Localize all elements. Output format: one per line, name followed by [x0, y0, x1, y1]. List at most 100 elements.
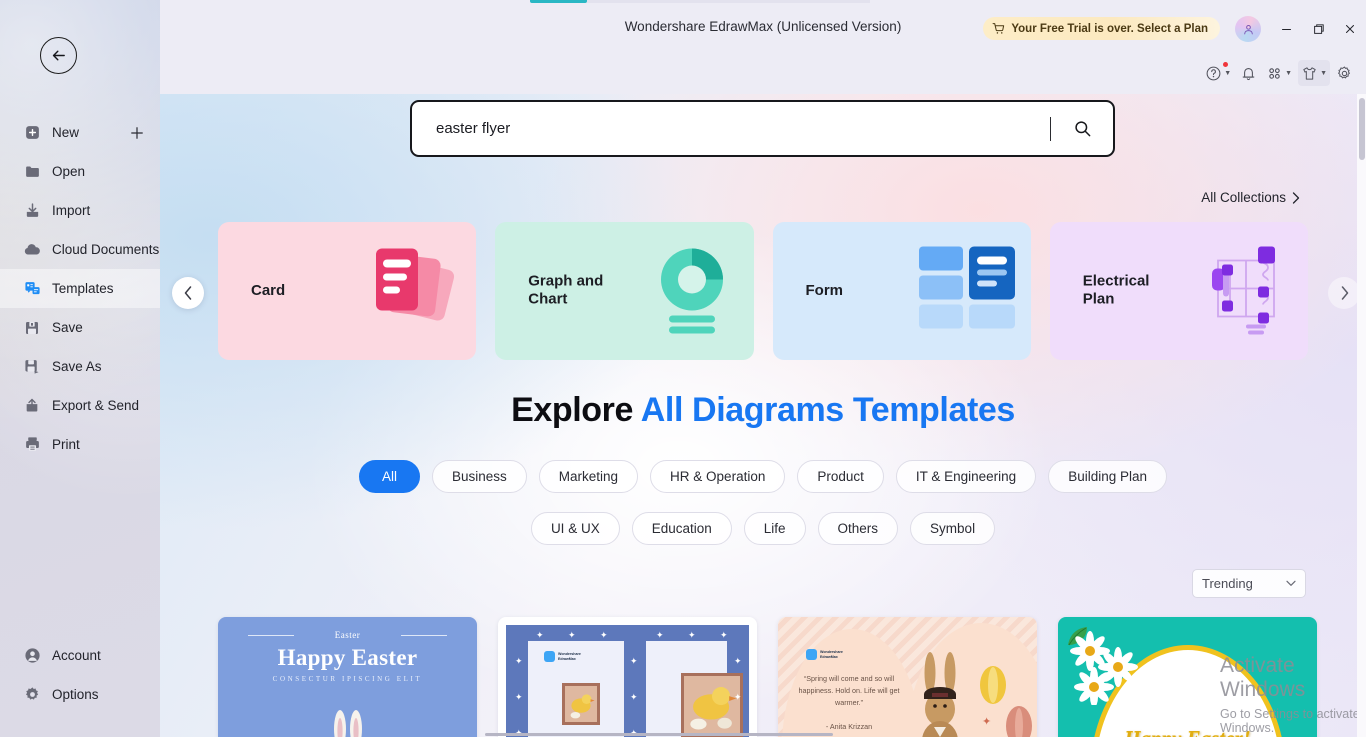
back-button[interactable]	[40, 37, 77, 74]
sidebar-item-save[interactable]: Save	[0, 308, 160, 347]
apps-grid-icon	[1266, 65, 1283, 82]
horizontal-scrollbar[interactable]	[160, 732, 1366, 737]
filter-chip-it-engineering[interactable]: IT & Engineering	[895, 460, 1037, 493]
back-arrow-icon	[52, 50, 65, 61]
search-bar[interactable]	[410, 100, 1115, 157]
category-card-electrical-plan[interactable]: Electrical Plan	[1049, 222, 1308, 360]
template-card[interactable]: Wondershare EdrawMax “Spring will come a…	[778, 617, 1037, 737]
chevron-down-icon[interactable]: ▼	[1285, 70, 1292, 77]
sidebar-item-cloud-documents[interactable]: Cloud Documents	[0, 230, 160, 269]
avatar[interactable]	[1235, 16, 1261, 42]
filter-chip-label: Marketing	[558, 469, 619, 484]
cloud-icon	[23, 241, 41, 259]
settings-gear-icon	[1336, 65, 1353, 82]
filter-chip-product[interactable]: Product	[797, 460, 884, 493]
edraw-brand-logo: Wondershare EdrawMax	[806, 649, 843, 660]
filter-chip-label: Symbol	[930, 521, 976, 536]
brand-line-1: Wondershare	[820, 649, 843, 654]
close-button[interactable]	[1338, 18, 1362, 40]
template-results-grid: Easter Happy Easter CONSECTUR IPISCING E…	[218, 617, 1318, 737]
sidebar-item-export-send[interactable]: Export & Send	[0, 386, 160, 425]
category-card-card[interactable]: Card	[218, 222, 477, 360]
filter-chip-label: All	[381, 469, 397, 484]
apps-grid-button[interactable]: ▼	[1263, 60, 1295, 86]
trial-banner-button[interactable]: Your Free Trial is over. Select a Plan	[983, 17, 1220, 40]
sidebar-item-account[interactable]: Account	[0, 636, 160, 675]
sidebar-item-label: Templates	[52, 281, 114, 296]
sidebar-item-label: New	[52, 125, 80, 140]
sidebar-item-new[interactable]: New	[0, 113, 160, 152]
filter-chip-building-plan[interactable]: Building Plan	[1048, 460, 1168, 493]
minimize-button[interactable]	[1274, 18, 1298, 40]
sparkle-icon: ✦	[630, 692, 638, 702]
sidebar-item-import[interactable]: Import	[0, 191, 160, 230]
sidebar-item-label: Print	[52, 437, 80, 452]
sidebar-item-label: Save As	[52, 359, 102, 374]
template-card[interactable]: Happy Easter!	[1058, 617, 1317, 737]
chevron-down-icon[interactable]: ▼	[1224, 70, 1231, 77]
sidebar-item-label: Import	[52, 203, 91, 218]
utility-icon-row: ▼ ▼ ▼	[1202, 60, 1356, 86]
template-card[interactable]: Easter Happy Easter CONSECTUR IPISCING E…	[218, 617, 477, 737]
template-card[interactable]: Wondershare EdrawMax ✦ ✦ ✦ ✦ ✦ ✦ ✦ ✦ ✦ ✦…	[498, 617, 757, 737]
category-card-graph-and-chart[interactable]: Graph and Chart	[495, 222, 754, 360]
help-button[interactable]: ▼	[1202, 60, 1234, 86]
form-layout-icon	[917, 243, 1019, 340]
sidebar-item-save-as[interactable]: Save As	[0, 347, 160, 386]
sidebar-item-open[interactable]: Open	[0, 152, 160, 191]
category-card-form[interactable]: Form	[772, 222, 1031, 360]
filter-chip-all[interactable]: All	[358, 460, 420, 493]
sparkle-icon: ✦	[630, 656, 638, 666]
printer-icon	[23, 436, 41, 454]
filter-chip-label: Building Plan	[1068, 469, 1148, 484]
vertical-scrollbar-thumb[interactable]	[1359, 98, 1365, 160]
filter-chip-education[interactable]: Education	[631, 512, 732, 545]
carousel-next-button[interactable]	[1328, 277, 1360, 309]
settings-gear-button[interactable]	[1333, 60, 1356, 86]
filter-chip-ui-ux[interactable]: UI & UX	[530, 512, 620, 545]
category-card-title: Graph and Chart	[528, 272, 604, 308]
filter-chip-hr-operation[interactable]: HR & Operation	[650, 460, 786, 493]
card-stack-icon	[364, 243, 464, 340]
chevron-down-icon[interactable]: ▼	[1320, 70, 1327, 77]
filter-chip-label: UI & UX	[550, 521, 600, 536]
search-input[interactable]	[412, 120, 1050, 137]
horizontal-scrollbar-thumb[interactable]	[485, 733, 833, 736]
sidebar-item-label: Account	[52, 648, 101, 663]
filter-chip-marketing[interactable]: Marketing	[538, 460, 639, 493]
sidebar-item-print[interactable]: Print	[0, 425, 160, 464]
notification-bell-button[interactable]	[1237, 60, 1260, 86]
sparkle-icon: ✦	[656, 630, 664, 640]
trial-banner-label: Your Free Trial is over. Select a Plan	[1011, 22, 1208, 35]
filter-chip-business[interactable]: Business	[431, 460, 527, 493]
filter-chip-symbol[interactable]: Symbol	[910, 512, 996, 545]
sidebar-item-templates[interactable]: Templates	[0, 269, 160, 308]
carousel-prev-button[interactable]	[172, 277, 204, 309]
maximize-button[interactable]	[1307, 18, 1331, 40]
export-send-icon	[23, 397, 41, 415]
sort-dropdown[interactable]: Trending	[1192, 569, 1306, 598]
brand-text: Wondershare EdrawMax	[820, 650, 843, 660]
sparkle-icon: ✦	[515, 656, 523, 666]
user-avatar-icon	[1243, 24, 1253, 34]
theme-shirt-button[interactable]: ▼	[1298, 60, 1330, 86]
new-document-plus-button[interactable]	[128, 124, 146, 142]
sort-value: Trending	[1202, 576, 1253, 591]
edraw-brand-logo: Wondershare EdrawMax	[544, 651, 581, 662]
close-icon	[1345, 24, 1355, 34]
search-button[interactable]	[1051, 102, 1113, 155]
vertical-scrollbar[interactable]	[1357, 94, 1366, 737]
duck-illustration-icon	[690, 687, 737, 730]
rabbit-illustration-icon	[922, 652, 958, 737]
filter-chip-label: Business	[451, 469, 507, 484]
filter-chip-label: HR & Operation	[670, 469, 766, 484]
filter-chip-others[interactable]: Others	[817, 512, 899, 545]
save-disk-icon	[23, 319, 41, 337]
templates-content-area: All Collections Card Graph and Chart Form E…	[160, 94, 1366, 737]
all-collections-link[interactable]: All Collections	[1201, 190, 1300, 205]
donut-chart-icon	[642, 242, 742, 341]
filter-chip-life[interactable]: Life	[743, 512, 806, 545]
sidebar-item-label: Cloud Documents	[52, 242, 160, 257]
sidebar-item-options[interactable]: Options	[0, 675, 160, 714]
electrical-circuit-icon	[1196, 243, 1296, 340]
